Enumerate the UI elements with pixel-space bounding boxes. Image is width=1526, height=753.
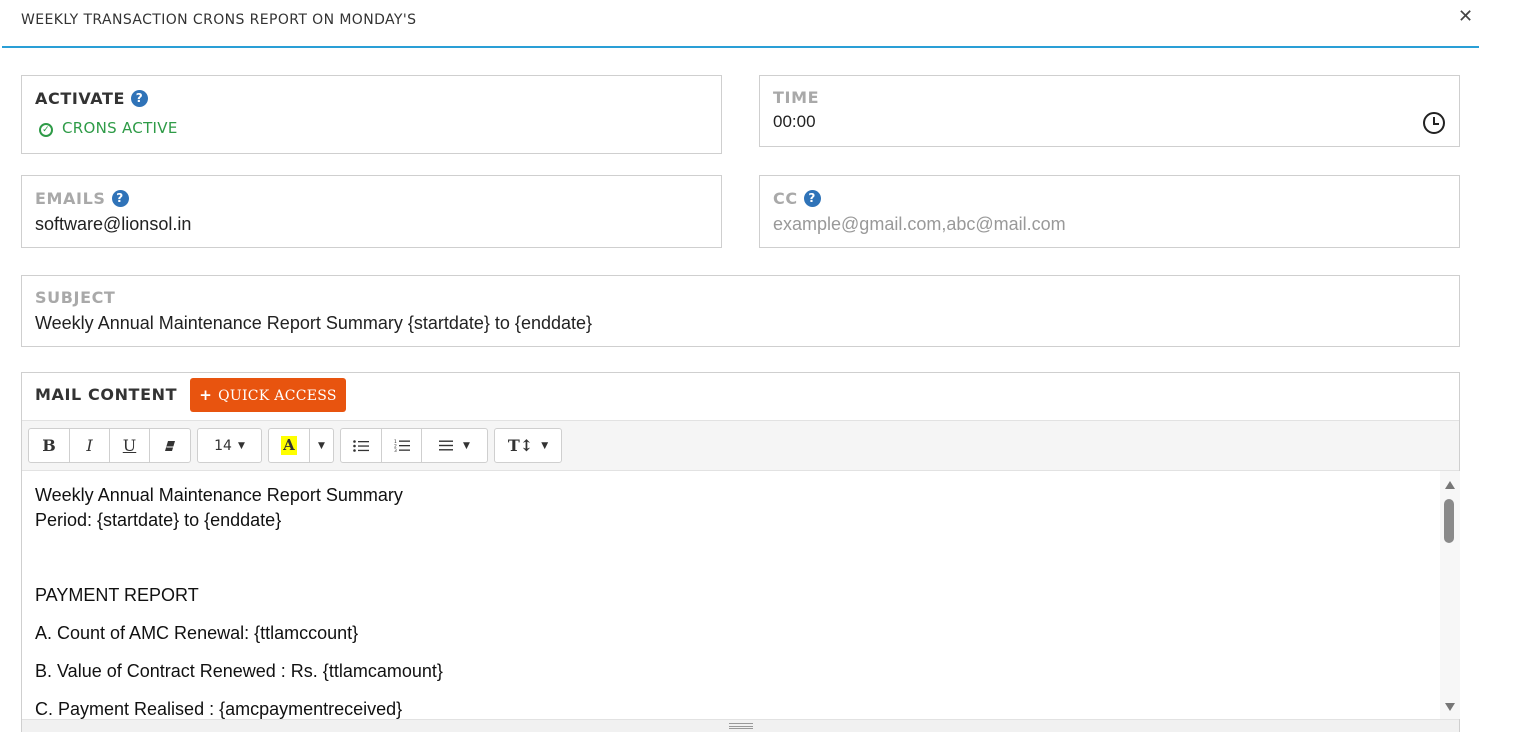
ordered-list-icon[interactable]: 123 [382,429,422,462]
cron-settings-modal: WEEKLY TRANSACTION CRONS REPORT ON MONDA… [0,0,1480,753]
close-icon[interactable]: ✕ [1458,6,1473,27]
quick-access-button[interactable]: + QUICK ACCESS [190,378,346,412]
help-icon[interactable]: ? [131,90,149,107]
eraser-icon[interactable] [150,429,190,462]
crons-active-status[interactable]: ✓ CRONS ACTIVE [39,119,178,137]
subject-input[interactable]: Weekly Annual Maintenance Report Summary… [35,313,592,334]
subject-label: SUBJECT [35,288,116,307]
align-dropdown[interactable]: ▼ [422,429,487,462]
editor-line: B. Value of Contract Renewed : Rs. {ttla… [35,661,443,681]
cc-input[interactable]: example@gmail.com,abc@mail.com [773,214,1066,235]
status-text: CRONS ACTIVE [62,119,178,137]
emails-label: EMAILS? [35,189,129,208]
emails-label-text: EMAILS [35,189,106,208]
mail-content-label: MAIL CONTENT [35,385,178,404]
text-size-dropdown[interactable]: T↕ ▼ [495,429,561,462]
editor-line: Weekly Annual Maintenance Report Summary [35,485,403,505]
time-input[interactable]: 00:00 [773,112,816,132]
activate-label: ACTIVATE? [35,89,149,108]
scrollbar-thumb[interactable] [1444,499,1454,543]
font-size-value: 14 [214,437,232,454]
subject-field[interactable]: SUBJECT Weekly Annual Maintenance Report… [21,275,1460,347]
resize-grip-icon[interactable] [729,723,753,729]
modal-header: WEEKLY TRANSACTION CRONS REPORT ON MONDA… [2,0,1479,48]
highlight-dropdown[interactable]: ▼ [310,429,333,462]
clock-icon[interactable] [1423,112,1445,134]
help-icon[interactable]: ? [111,190,129,207]
cc-label-text: CC [773,189,798,208]
plus-icon: + [199,386,213,404]
activate-field[interactable]: ACTIVATE? ✓ CRONS ACTIVE [21,75,722,154]
help-icon[interactable]: ? [803,190,821,207]
chevron-down-icon: ▼ [463,440,470,451]
text-height-icon: T↕ [507,436,534,455]
scroll-down-arrow-icon[interactable] [1445,703,1455,711]
time-field[interactable]: TIME 00:00 [759,75,1460,147]
italic-button[interactable]: I [70,429,110,462]
chevron-down-icon: ▼ [237,440,245,451]
highlight-color-button[interactable]: A [269,429,310,462]
mail-content-header: MAIL CONTENT + QUICK ACCESS [22,373,1459,421]
font-size-dropdown[interactable]: 14 ▼ [198,429,261,462]
editor-scrollbar[interactable] [1440,471,1460,719]
activate-label-text: ACTIVATE [35,89,126,108]
editor-line: PAYMENT REPORT [35,585,199,605]
editor-line: A. Count of AMC Renewal: {ttlamccount} [35,623,359,643]
style-button-group: B I U [28,428,191,463]
mail-content-editor: MAIL CONTENT + QUICK ACCESS B I U 14 ▼ A [21,372,1460,732]
check-circle-icon: ✓ [39,123,53,137]
editor-line: Period: {startdate} to {enddate} [35,510,282,530]
emails-field[interactable]: EMAILS? software@lionsol.in [21,175,722,248]
svg-text:3: 3 [394,448,397,452]
modal-title: WEEKLY TRANSACTION CRONS REPORT ON MONDA… [21,12,417,28]
align-icon [439,440,454,451]
highlight-icon: A [281,436,297,455]
bold-button[interactable]: B [29,429,70,462]
editor-toolbar: B I U 14 ▼ A ▼ 1 2 3 ▼ T↕ ▼ [22,421,1459,471]
editor-body[interactable]: Weekly Annual Maintenance Report Summary… [22,471,1438,719]
editor-blank-lines [35,533,1425,583]
unordered-list-icon[interactable] [341,429,382,462]
editor-resize-bar[interactable] [22,719,1459,732]
quick-access-label: QUICK ACCESS [218,388,337,404]
font-size-group: 14 ▼ [197,428,262,463]
emails-input[interactable]: software@lionsol.in [35,214,191,235]
scroll-up-arrow-icon[interactable] [1445,481,1455,489]
editor-line: C. Payment Realised : {amcpaymentreceive… [35,699,403,719]
highlight-group: A ▼ [268,428,334,463]
paragraph-group: 123 ▼ [340,428,488,463]
time-label: TIME [773,88,820,107]
chevron-down-icon: ▼ [318,440,325,451]
text-size-group: T↕ ▼ [494,428,562,463]
underline-button[interactable]: U [110,429,150,462]
cc-label: CC? [773,189,821,208]
cc-field[interactable]: CC? example@gmail.com,abc@mail.com [759,175,1460,248]
chevron-down-icon: ▼ [541,440,549,451]
